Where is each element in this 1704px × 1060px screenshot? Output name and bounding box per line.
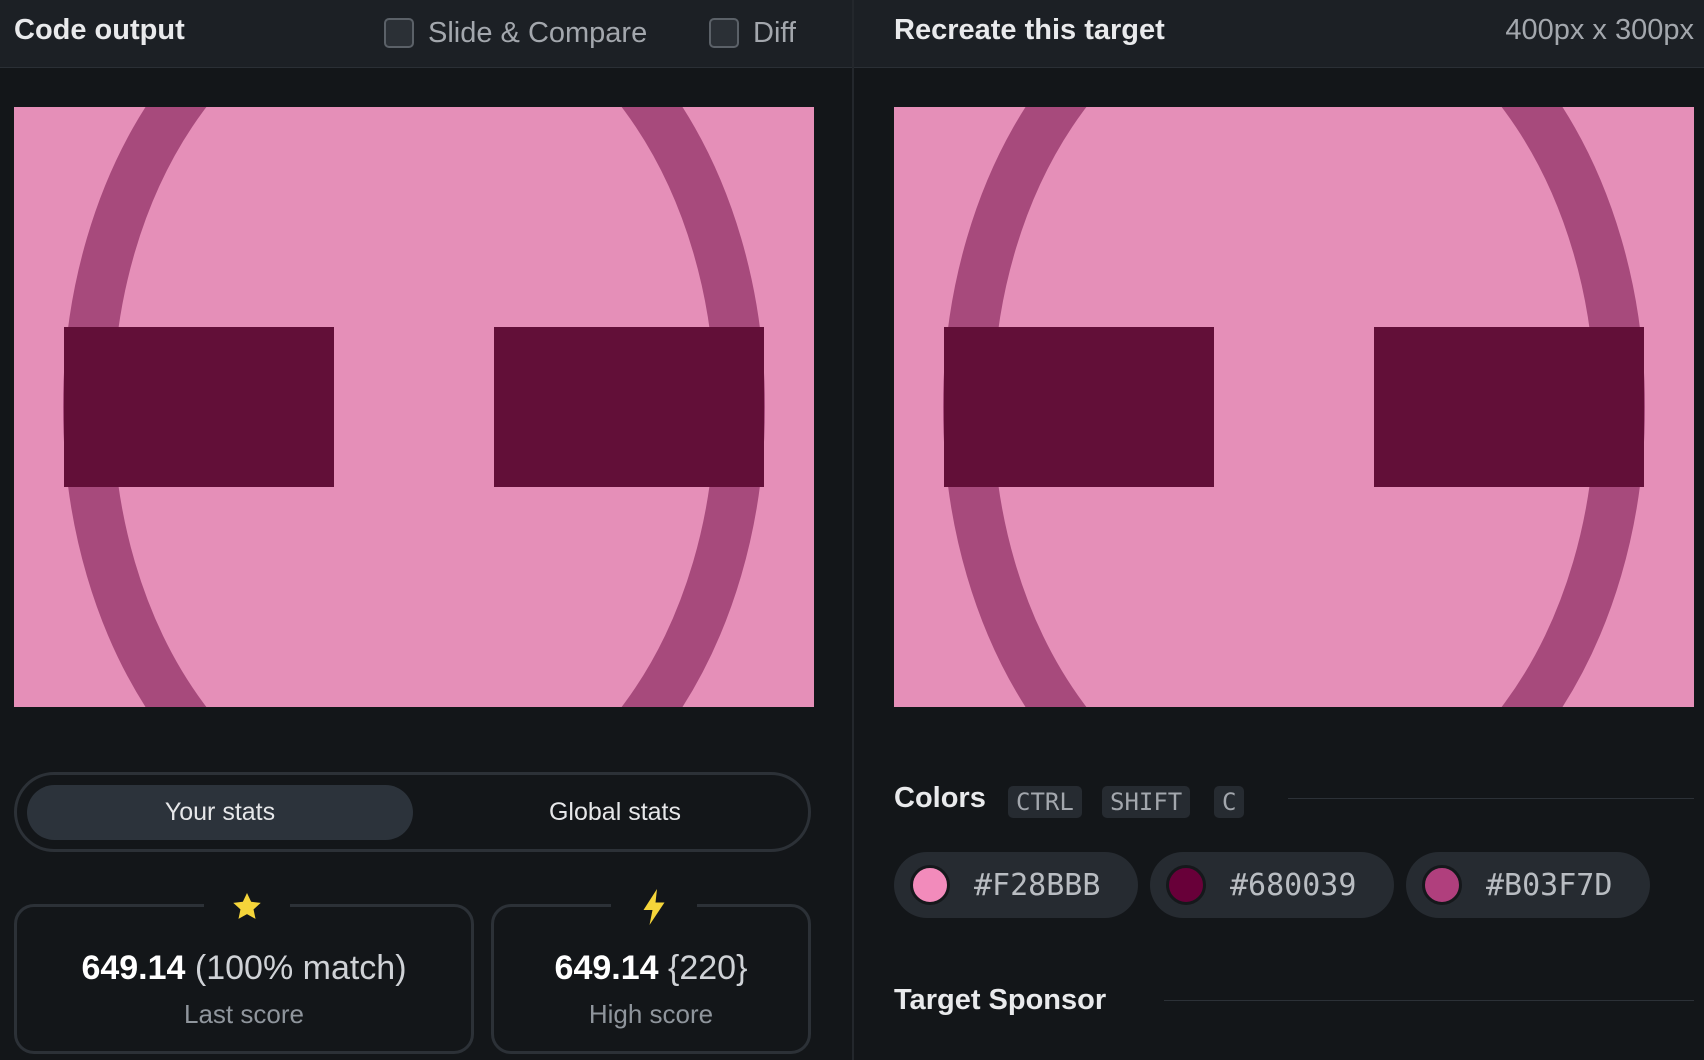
target-title: Recreate this target (894, 14, 1165, 46)
slide-compare-toggle[interactable]: Slide & Compare (384, 16, 647, 50)
target-dimensions: 400px x 300px (1505, 14, 1694, 46)
high-score-line: 649.14 {220} (494, 949, 808, 988)
output-render (14, 107, 814, 707)
shortcut-key-c: C (1214, 786, 1245, 818)
output-right-bar (494, 327, 764, 487)
stats-tabs: Your stats Global stats (14, 772, 811, 852)
target-header: Recreate this target 400px x 300px (854, 0, 1704, 68)
swatch-hex-2: #680039 (1230, 867, 1357, 903)
high-score-attempts: {220} (668, 949, 748, 987)
color-swatch-2[interactable]: #680039 (1150, 852, 1394, 918)
target-panel: Recreate this target 400px x 300px Color… (854, 0, 1704, 1060)
last-score-line: 649.14 (100% match) (17, 949, 471, 988)
color-swatch-3[interactable]: #B03F7D (1406, 852, 1650, 918)
target-canvas (894, 107, 1694, 707)
color-swatch-1[interactable]: #F28BBB (894, 852, 1138, 918)
output-left-bar (64, 327, 334, 487)
target-render (894, 107, 1694, 707)
colors-divider (1288, 798, 1694, 799)
diff-toggle[interactable]: Diff (709, 16, 796, 50)
code-output-canvas[interactable] (14, 107, 814, 707)
slide-compare-label: Slide & Compare (428, 16, 648, 49)
last-score-match: (100% match) (194, 949, 407, 987)
slide-compare-checkbox[interactable] (384, 18, 414, 48)
tab-global-stats[interactable]: Global stats (423, 785, 807, 840)
last-score-card: 649.14 (100% match) Last score (14, 887, 474, 1054)
high-score-card: 649.14 {220} High score (491, 887, 811, 1054)
code-output-title: Code output (14, 14, 185, 46)
star-icon (204, 887, 290, 927)
sponsor-divider (1164, 1000, 1694, 1001)
tab-your-stats[interactable]: Your stats (27, 785, 413, 840)
high-score-label: High score (588, 999, 714, 1029)
code-output-header: Code output Slide & Compare Diff (0, 0, 852, 68)
swatch-hex-3: #B03F7D (1486, 867, 1613, 903)
high-score-value: 649.14 (554, 949, 659, 987)
target-right-bar (1374, 327, 1644, 487)
diff-checkbox[interactable] (709, 18, 739, 48)
swatch-dot-1 (910, 865, 950, 905)
sponsor-title: Target Sponsor (894, 984, 1107, 1016)
last-score-value: 649.14 (81, 949, 186, 987)
code-output-panel: Code output Slide & Compare Diff Your st… (0, 0, 852, 1060)
target-left-bar (944, 327, 1214, 487)
swatch-dot-2 (1166, 865, 1206, 905)
swatch-hex-1: #F28BBB (974, 867, 1101, 903)
swatch-dot-3 (1422, 865, 1462, 905)
shortcut-key-shift: SHIFT (1102, 786, 1191, 818)
last-score-label: Last score (184, 999, 304, 1029)
shortcut-key-ctrl: CTRL (1008, 786, 1082, 818)
colors-title: Colors (894, 782, 986, 814)
diff-label: Diff (753, 16, 796, 49)
bolt-icon (611, 887, 697, 927)
